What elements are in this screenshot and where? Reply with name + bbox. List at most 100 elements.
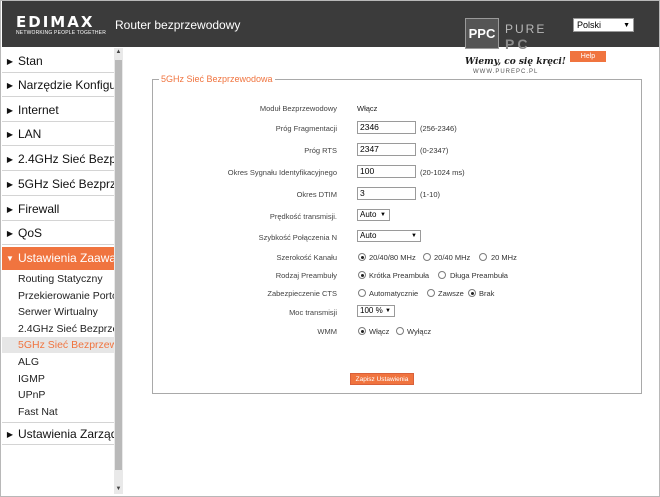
- sidebar-item-qos[interactable]: ▶ QoS: [2, 222, 114, 245]
- sidebar-nav: ▶Stan ▶Narzędzie Konfiguracji ▶Internet …: [2, 48, 114, 496]
- sidebar-item-5ghz[interactable]: ▶ 5GHz Sieć Bezprzewodowa: [2, 173, 114, 196]
- wmm-on-radio[interactable]: [358, 327, 366, 335]
- sidebar-item-lan[interactable]: ▶ LAN: [2, 123, 114, 146]
- apply-settings-button[interactable]: Zapisz Ustawienia: [350, 373, 414, 385]
- wmm-off-radio[interactable]: [396, 327, 404, 335]
- sidebar-item-label: 2.4GHz Sieć Bezprzewodowa: [18, 152, 114, 166]
- beacon-interval-label: Okres Sygnału Identyfikacyjnego: [227, 168, 337, 177]
- edimax-logo: EDIMAX NETWORKING PEOPLE TOGETHER: [16, 14, 108, 37]
- sidebar-item-label: LAN: [18, 127, 42, 141]
- scrollbar-thumb[interactable]: [115, 60, 122, 470]
- wmm-off-label: Wyłącz: [407, 327, 432, 336]
- preamble-label: Rodzaj Preambuły: [275, 271, 337, 280]
- sidebar-item-label: Stan: [18, 54, 43, 68]
- sidebar-item-label: Internet: [18, 103, 59, 117]
- submenu-5ghz[interactable]: 5GHz Sieć Bezprzewodowa: [2, 337, 114, 353]
- dtim-period-hint: (1-10): [420, 190, 441, 199]
- logo-tagline: NETWORKING PEOPLE TOGETHER: [16, 30, 107, 36]
- submenu-igmp[interactable]: IGMP: [2, 371, 114, 387]
- cts-none-label: Brak: [479, 289, 495, 298]
- rts-threshold-hint: (0-2347): [420, 146, 449, 155]
- chevron-right-icon: ▶: [6, 180, 14, 189]
- scroll-down-arrow-icon[interactable]: ▼: [114, 485, 123, 494]
- sidebar-item-label: Narzędzie Konfiguracji: [18, 78, 114, 92]
- tx-power-select[interactable]: 100 % ▼: [357, 305, 395, 317]
- tx-rate-label: Prędkość transmisji.: [269, 212, 337, 221]
- wireless-module-value: Włącz: [357, 104, 378, 113]
- submenu-przekierowanie-portow[interactable]: Przekierowanie Portów: [2, 288, 114, 304]
- cts-auto-radio[interactable]: [358, 289, 366, 297]
- sidebar-item-firewall[interactable]: ▶ Firewall: [2, 198, 114, 221]
- rts-threshold-input[interactable]: 2347: [357, 143, 416, 156]
- submenu-routing-statyczny[interactable]: Routing Statyczny: [2, 271, 114, 287]
- wmm-label: WMM: [317, 327, 337, 336]
- sidebar-item-stan[interactable]: ▶ Stan: [2, 50, 114, 73]
- cts-auto-label: Automatycznie: [369, 289, 419, 298]
- sidebar-item-label: 5GHz Sieć Bezprzewodowa: [18, 177, 114, 191]
- frag-threshold-input[interactable]: 2346: [357, 121, 416, 134]
- sidebar-item-24ghz[interactable]: ▶ 2.4GHz Sieć Bezprzewodowa: [2, 148, 114, 171]
- language-value: Polski: [577, 20, 602, 30]
- purepc-watermark: PPC PURE PC Wiemy, co się kręci! WWW.PUR…: [465, 18, 566, 76]
- wmm-on-label: Włącz: [369, 327, 390, 336]
- chevron-right-icon: ▶: [6, 81, 14, 90]
- scroll-up-arrow-icon[interactable]: ▲: [114, 48, 123, 57]
- sidebar-item-label: Ustawienia Zarządzania: [18, 427, 114, 441]
- sidebar-item-internet[interactable]: ▶ Internet: [2, 99, 114, 122]
- rts-threshold-label: Próg RTS: [304, 146, 337, 155]
- top-header-bar: EDIMAX NETWORKING PEOPLE TOGETHER Router…: [2, 1, 659, 47]
- cts-protection-label: Zabezpieczenie CTS: [267, 289, 337, 298]
- cts-always-radio[interactable]: [427, 289, 435, 297]
- sidebar-item-narzedzie-konfiguracji[interactable]: ▶ Narzędzie Konfiguracji: [2, 74, 114, 97]
- watermark-pc-text: PC: [505, 36, 531, 52]
- language-select[interactable]: Polski ▼: [573, 18, 634, 32]
- chevron-right-icon: ▶: [6, 155, 14, 164]
- channel-width-80-radio[interactable]: [358, 253, 366, 261]
- beacon-interval-hint: (20-1024 ms): [420, 168, 465, 177]
- chevron-down-icon: ▼: [411, 233, 417, 239]
- chevron-right-icon: ▶: [6, 205, 14, 214]
- n-speed-label: Szybkość Połączenia N: [258, 233, 337, 242]
- channel-width-20-radio[interactable]: [479, 253, 487, 261]
- help-button[interactable]: Help: [570, 51, 606, 62]
- channel-width-40-radio[interactable]: [423, 253, 431, 261]
- watermark-pure-text: PURE: [505, 22, 547, 36]
- chevron-down-icon: ▼: [623, 22, 630, 29]
- channel-width-20-label: 20 MHz: [491, 253, 517, 262]
- chevron-right-icon: ▶: [6, 229, 14, 238]
- chevron-down-icon: ▼: [6, 254, 14, 263]
- n-speed-select[interactable]: Auto ▼: [357, 230, 421, 242]
- wireless-module-label: Moduł Bezprzewodowy: [259, 104, 337, 113]
- tx-power-value: 100 %: [360, 306, 383, 315]
- preamble-short-radio[interactable]: [358, 271, 366, 279]
- watermark-slogan: Wiemy, co się kręci!: [465, 57, 566, 67]
- preamble-long-radio[interactable]: [438, 271, 446, 279]
- submenu-fast-nat[interactable]: Fast Nat: [2, 404, 114, 420]
- submenu-24ghz[interactable]: 2.4GHz Sieć Bezprzewodowa: [2, 321, 114, 337]
- sidebar-item-ustawienia-zaawansowane[interactable]: ▼ Ustawienia Zaawansowane: [2, 247, 114, 270]
- tx-rate-value: Auto: [360, 210, 377, 219]
- tx-rate-select[interactable]: Auto ▼: [357, 209, 390, 221]
- cts-always-label: Zawsze: [438, 289, 464, 298]
- logo-name: EDIMAX: [16, 13, 95, 31]
- submenu-alg[interactable]: ALG: [2, 354, 114, 370]
- chevron-down-icon: ▼: [385, 308, 391, 314]
- dtim-period-input[interactable]: 3: [357, 187, 416, 200]
- purepc-badge-icon: PPC: [465, 18, 499, 49]
- sidebar-scrollbar[interactable]: ▲ ▼: [114, 48, 123, 494]
- panel-legend: 5GHz Sieć Bezprzewodowa: [159, 74, 275, 85]
- page-title: Router bezprzewodowy: [115, 18, 241, 32]
- chevron-right-icon: ▶: [6, 430, 14, 439]
- frag-threshold-hint: (256-2346): [420, 124, 457, 133]
- chevron-right-icon: ▶: [6, 57, 14, 66]
- sidebar-item-ustawienia-zarzadzania[interactable]: ▶ Ustawienia Zarządzania: [2, 422, 114, 445]
- submenu-serwer-wirtualny[interactable]: Serwer Wirtualny: [2, 304, 114, 320]
- beacon-interval-input[interactable]: 100: [357, 165, 416, 178]
- chevron-down-icon: ▼: [380, 212, 386, 218]
- router-admin-window: EDIMAX NETWORKING PEOPLE TOGETHER Router…: [0, 0, 660, 497]
- cts-none-radio[interactable]: [468, 289, 476, 297]
- sidebar-item-label: Firewall: [18, 202, 60, 216]
- sidebar-item-label: QoS: [18, 226, 43, 240]
- submenu-upnp[interactable]: UPnP: [2, 387, 114, 403]
- dtim-period-label: Okres DTIM: [296, 190, 337, 199]
